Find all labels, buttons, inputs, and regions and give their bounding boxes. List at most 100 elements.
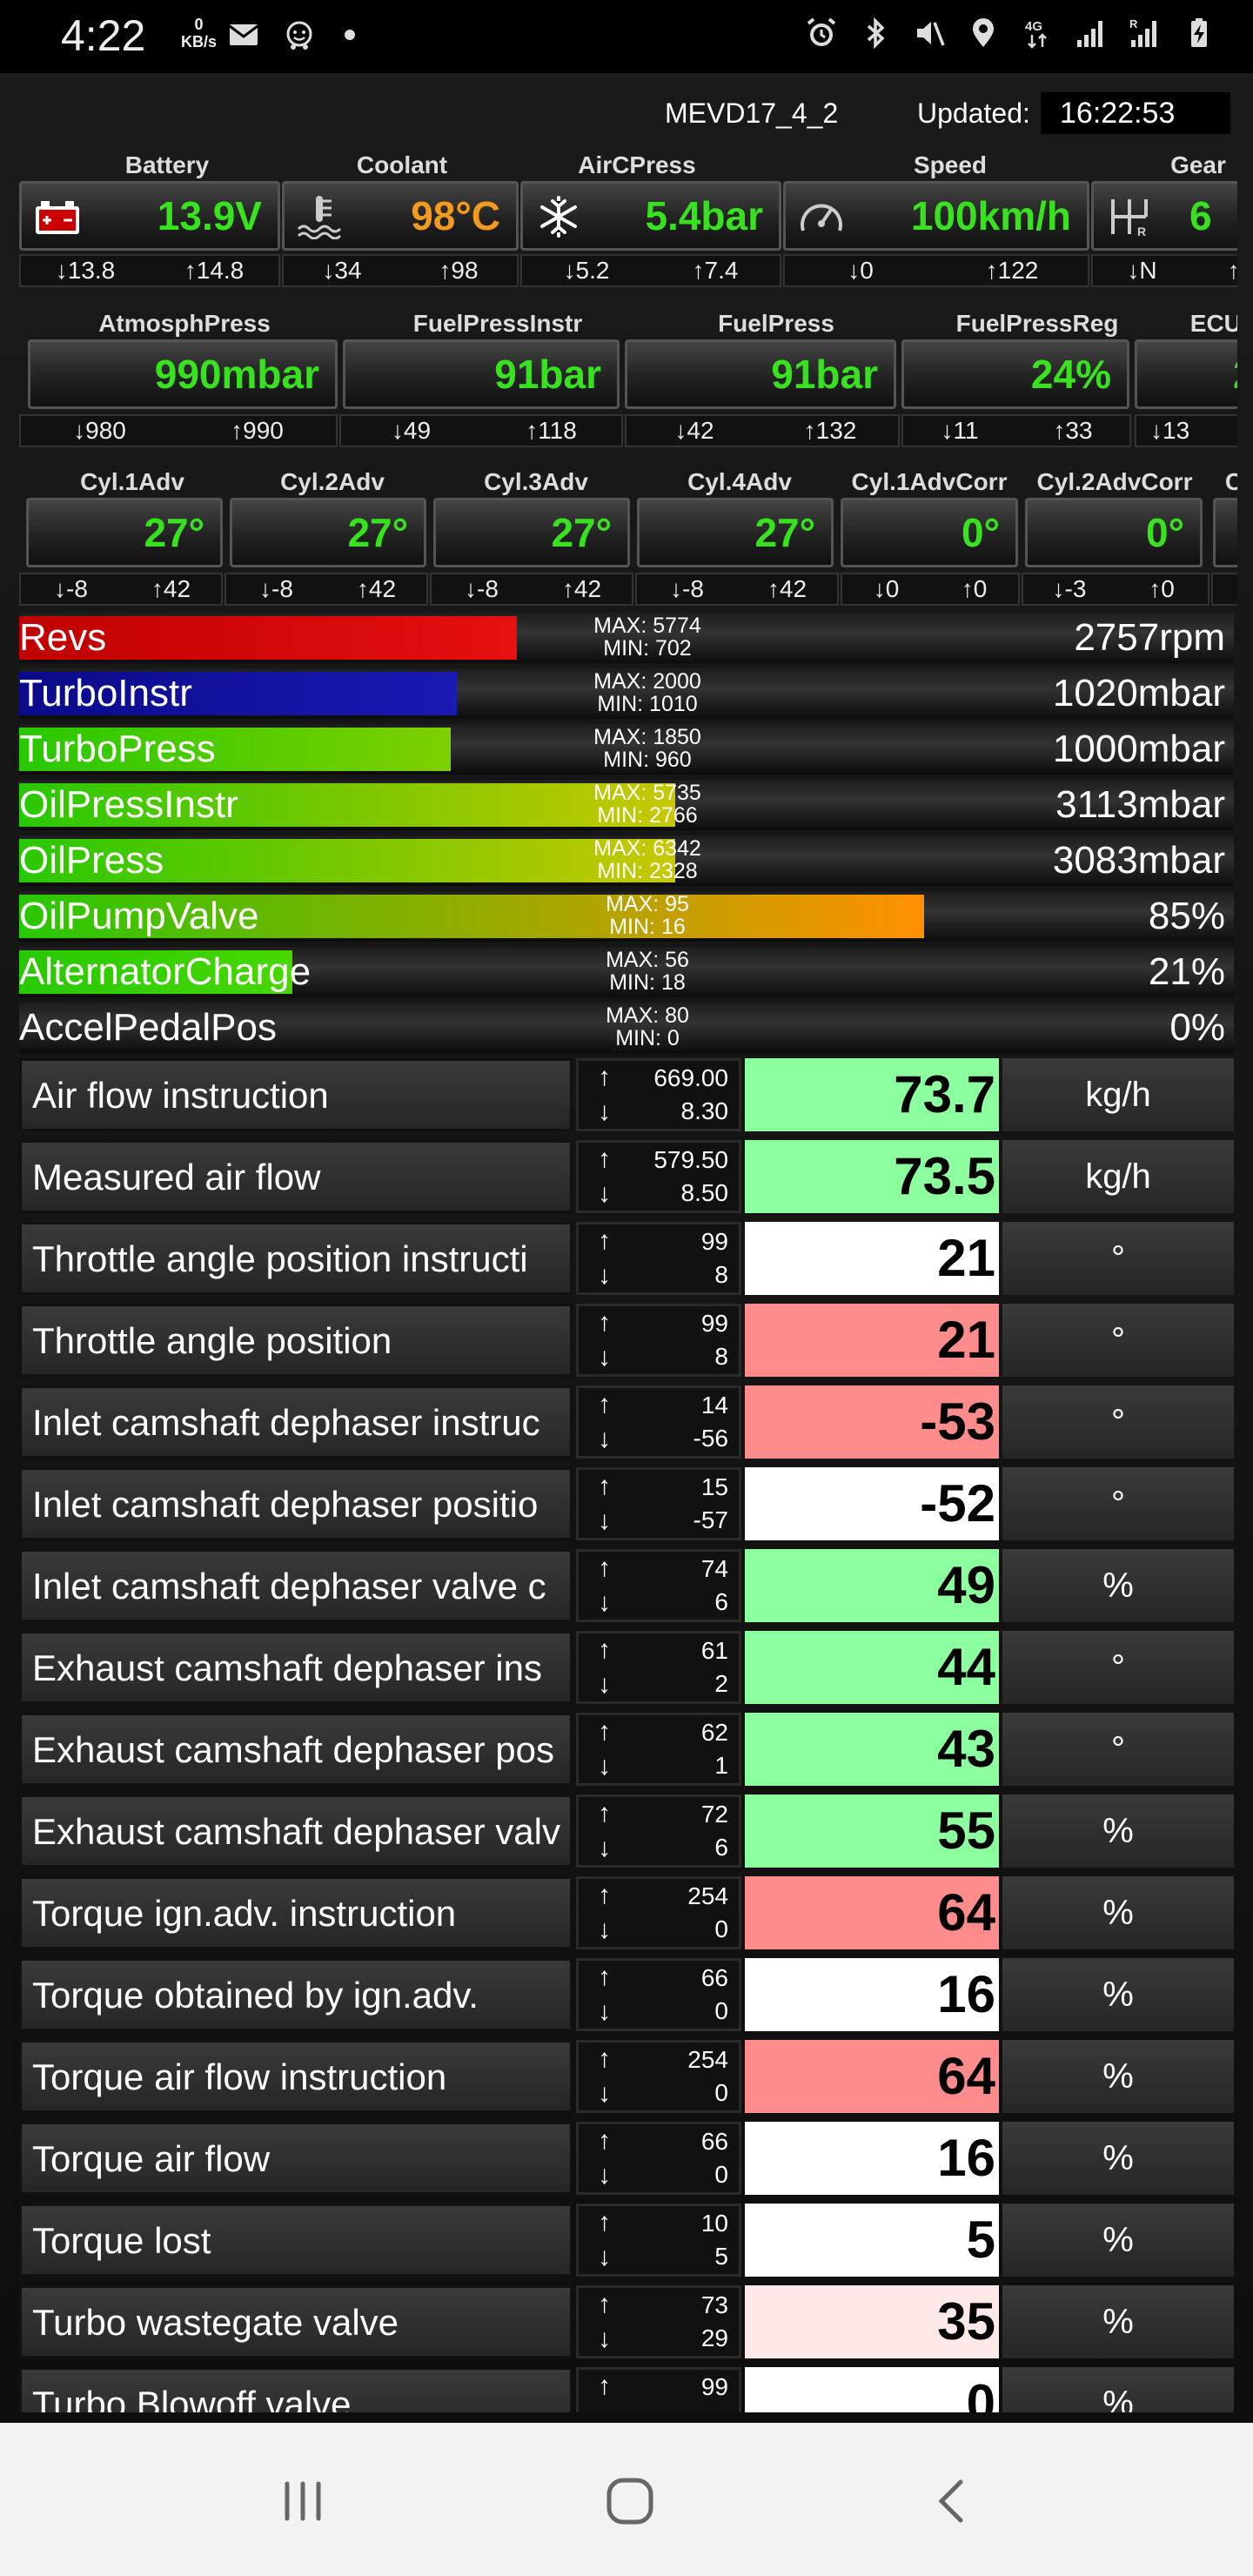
bar-value: 1000mbar bbox=[1052, 728, 1225, 770]
bar-alternatorcharge[interactable]: AlternatorCharge MAX: 56 MIN: 18 21% bbox=[19, 947, 1234, 997]
dashboard: MEVD17_4_2 Updated: 16:22:53 Battery 13.… bbox=[0, 73, 1253, 2440]
arrow-down-icon: ↓ bbox=[598, 2079, 611, 2108]
gauge-ecut[interactable]: 2 bbox=[1135, 339, 1237, 409]
bar-label: AccelPedalPos bbox=[19, 1006, 277, 1049]
table-row[interactable]: Torque air flow instruction ↑ 254 ↓ 0 64% bbox=[19, 2040, 1234, 2113]
param-unit: % bbox=[1002, 2285, 1234, 2358]
gauge-speed[interactable]: 100km/h bbox=[783, 181, 1089, 251]
arrow-down-icon: ↓ bbox=[598, 1670, 611, 1699]
gauge-title: FuelPress bbox=[718, 310, 834, 337]
param-min: -57 bbox=[693, 1506, 728, 1533]
param-name: Throttle angle position bbox=[19, 1304, 573, 1377]
table-row[interactable]: Inlet camshaft dephaser instruc ↑ 14 ↓ -56 -5… bbox=[19, 1385, 1234, 1459]
gauge-fuelpressreg[interactable]: 24% bbox=[901, 339, 1129, 409]
gauge-fuelpressinstr[interactable]: 91bar bbox=[343, 339, 620, 409]
param-name: Exhaust camshaft dephaser valv bbox=[19, 1794, 573, 1868]
gauge-cyl1advcorr[interactable]: 0° bbox=[841, 498, 1018, 567]
param-value: 35 bbox=[745, 2285, 999, 2358]
param-min: 29 bbox=[700, 2324, 728, 2351]
gauge-value: 2 bbox=[1233, 351, 1237, 398]
gauge-battery[interactable]: 13.9V bbox=[19, 181, 280, 251]
table-row[interactable]: Turbo wastegate valve ↑ 73 ↓ 29 35% bbox=[19, 2285, 1234, 2358]
arrow-up-icon: ↑ bbox=[598, 2290, 611, 2318]
arrow-up-icon: ↑ bbox=[598, 2126, 611, 2155]
gauge-minmax: ↓11 ↑33 bbox=[901, 414, 1131, 447]
gauge-title: Speed bbox=[913, 151, 988, 178]
param-max: 15 bbox=[700, 1473, 728, 1500]
param-max: 669.00 bbox=[653, 1064, 728, 1091]
bar-oilpress[interactable]: OilPress MAX: 6342 MIN: 2328 3083mbar bbox=[19, 835, 1234, 886]
param-max: 72 bbox=[700, 1801, 728, 1828]
table-row[interactable]: Exhaust camshaft dephaser valv ↑ 72 ↓ 6 55% bbox=[19, 1794, 1234, 1868]
table-row[interactable]: Throttle angle position ↑ 99 ↓ 8 21 ° bbox=[19, 1304, 1234, 1377]
param-max: 73 bbox=[700, 2291, 728, 2318]
param-min: -56 bbox=[693, 1425, 728, 1452]
net-speed: 0 KB/s bbox=[181, 16, 218, 50]
table-row[interactable]: Inlet camshaft dephaser valve c ↑ 74 ↓ 6 49% bbox=[19, 1549, 1234, 1622]
gauge-aircpress[interactable]: 5.4bar bbox=[520, 181, 781, 251]
bar-label: AlternatorCharge bbox=[19, 950, 312, 993]
gauge-cyl2adv[interactable]: 27° bbox=[230, 498, 426, 567]
table-row[interactable]: Inlet camshaft dephaser positio ↑ 15 ↓ -57 -5… bbox=[19, 1467, 1234, 1540]
gauge-coolant[interactable]: 98°C bbox=[282, 181, 519, 251]
table-row[interactable]: Exhaust camshaft dephaser ins ↑ 61 ↓ 2 44 ° bbox=[19, 1631, 1234, 1704]
param-max: 66 bbox=[700, 1964, 728, 1991]
gauge-cyl1adv[interactable]: 27° bbox=[26, 498, 223, 567]
gauge-cyl3advcorr[interactable] bbox=[1213, 498, 1237, 567]
arrow-down-icon: ↓ bbox=[598, 1425, 611, 1453]
bar-value: 0% bbox=[1169, 1006, 1225, 1049]
param-value: -52 bbox=[745, 1467, 999, 1540]
table-row[interactable]: Measured air flow ↑ 579.50 ↓ 8.50 73.5 kg/h bbox=[19, 1140, 1234, 1213]
back-button[interactable] bbox=[919, 2466, 988, 2536]
bar-min: MIN: 0 bbox=[615, 1026, 680, 1050]
gauge-minmax: ↓34 ↑98 bbox=[282, 254, 519, 287]
param-minmax: ↑ 62 ↓ 1 bbox=[576, 1713, 741, 1786]
bar-revs[interactable]: Revs MAX: 5774 MIN: 702 2757rpm bbox=[19, 613, 1234, 663]
gauge-atmosphpress[interactable]: 990mbar bbox=[28, 339, 338, 409]
gauge-value: 91bar bbox=[771, 352, 878, 397]
gauge-title: Cyl.1Adv bbox=[80, 468, 184, 495]
gauge-title: Cyl.1AdvCorr bbox=[851, 468, 1008, 495]
gauge-gear[interactable]: R 6 bbox=[1091, 181, 1237, 251]
bar-min: MIN: 960 bbox=[603, 748, 692, 772]
table-row[interactable]: Exhaust camshaft dephaser pos ↑ 62 ↓ 1 43 ° bbox=[19, 1713, 1234, 1786]
gauge-cyl3adv[interactable]: 27° bbox=[433, 498, 630, 567]
bar-label: TurboInstr bbox=[19, 672, 192, 714]
param-name: Measured air flow bbox=[19, 1140, 573, 1213]
param-min: 8 bbox=[714, 1261, 728, 1288]
table-row[interactable]: Torque ign.adv. instruction ↑ 254 ↓ 0 64% bbox=[19, 1876, 1234, 1949]
gauge-title: FuelPressInstr bbox=[412, 310, 583, 337]
bar-turboinstr[interactable]: TurboInstr MAX: 2000 MIN: 1010 1020mbar bbox=[19, 668, 1234, 719]
param-max: 254 bbox=[687, 2046, 728, 2073]
table-row[interactable]: Torque air flow ↑ 66 ↓ 0 16% bbox=[19, 2122, 1234, 2195]
arrow-up-icon: ↑ bbox=[598, 2208, 611, 2237]
table-row[interactable]: Torque lost ↑ 10 ↓ 5 5% bbox=[19, 2204, 1234, 2277]
bar-oilpumpvalve[interactable]: OilPumpValve MAX: 95 MIN: 16 85% bbox=[19, 891, 1234, 942]
table-row[interactable]: Throttle angle position instructi ↑ 99 ↓ 8 21… bbox=[19, 1222, 1234, 1295]
mail-icon bbox=[224, 16, 263, 54]
gauge-cyl2advcorr[interactable]: 0° bbox=[1025, 498, 1203, 567]
gauge-fuelpress[interactable]: 91bar bbox=[625, 339, 896, 409]
gauge-minmax: ↓13.8 ↑14.8 bbox=[19, 254, 280, 287]
recents-button[interactable] bbox=[268, 2466, 338, 2536]
bar-minmax: MAX: 6342 MIN: 2328 bbox=[560, 837, 734, 882]
param-value: 64 bbox=[745, 1876, 999, 1949]
gauge-row-ignition: Cyl.1Adv 27° ↓-8 ↑42 Cyl.2Adv 27° ↓-8 ↑4… bbox=[19, 468, 1237, 609]
bar-turbopress[interactable]: TurboPress MAX: 1850 MIN: 960 1000mbar bbox=[19, 724, 1234, 775]
param-name: Inlet camshaft dephaser instruc bbox=[19, 1385, 573, 1459]
gauge-cyl4adv[interactable]: 27° bbox=[637, 498, 834, 567]
arrow-down-icon: ↓ bbox=[598, 2324, 611, 2353]
table-row[interactable]: Air flow instruction ↑ 669.00 ↓ 8.30 73.7 kg/h bbox=[19, 1058, 1234, 1131]
gauge-minmax: ↓0 ↑0 bbox=[841, 573, 1020, 606]
bar-oilpressinstr[interactable]: OilPressInstr MAX: 5735 MIN: 2766 3113mbar bbox=[19, 780, 1234, 830]
param-value: 5 bbox=[745, 2204, 999, 2277]
param-max: 74 bbox=[700, 1555, 728, 1582]
param-value: 43 bbox=[745, 1713, 999, 1786]
more-notifications-dot-icon bbox=[345, 30, 355, 40]
home-button[interactable] bbox=[595, 2466, 665, 2536]
table-row[interactable]: Torque obtained by ign.adv. ↑ 66 ↓ 0 16% bbox=[19, 1958, 1234, 2031]
bar-max: MAX: 6342 bbox=[593, 836, 701, 861]
gauge-value: 27° bbox=[144, 510, 204, 555]
bar-accelpedalpos[interactable]: AccelPedalPos MAX: 80 MIN: 0 0% bbox=[19, 1003, 1234, 1053]
arrow-up-icon: ↑ bbox=[598, 2371, 611, 2400]
